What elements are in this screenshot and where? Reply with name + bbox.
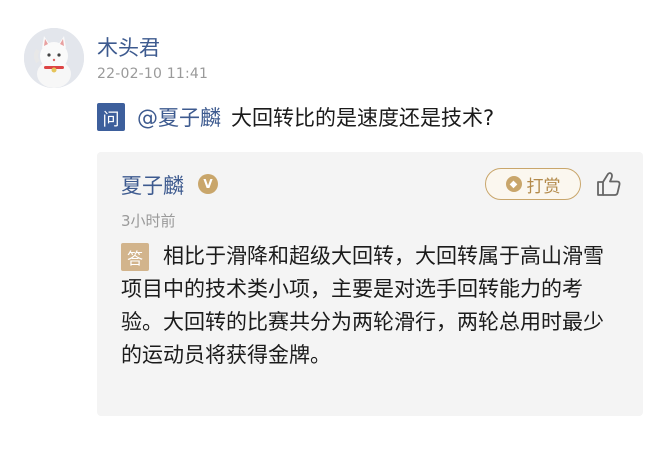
coin-icon: ◆: [505, 176, 522, 192]
question-badge: 问: [97, 103, 125, 131]
answerer-name[interactable]: 夏子麟: [121, 170, 184, 200]
post-timestamp: 22-02-10 11:41: [97, 66, 209, 82]
avatar[interactable]: [24, 28, 84, 88]
reward-button[interactable]: ◆ 打赏: [485, 168, 581, 200]
thumbs-up-icon[interactable]: [594, 169, 624, 199]
answer-text: 相比于滑降和超级大回转，大回转属于高山滑雪项目中的技术类小项，主要是对选手回转能…: [121, 244, 604, 367]
question-row: 问 @夏子麟 大回转比的是速度还是技术?: [97, 102, 494, 132]
verified-badge-icon: V: [198, 174, 218, 194]
answer-time: 3小时前: [121, 212, 176, 230]
lucky-cat-avatar-icon: [24, 28, 84, 88]
mention-link[interactable]: @夏子麟: [137, 102, 221, 132]
answer-card: 夏子麟 V ◆ 打赏 3小时前 答 相比于滑降和超级大回转，大回转属于高山滑雪项…: [97, 152, 643, 416]
username[interactable]: 木头君: [97, 32, 160, 62]
question-text: 大回转比的是速度还是技术?: [231, 106, 495, 130]
reward-label: 打赏: [526, 176, 561, 197]
